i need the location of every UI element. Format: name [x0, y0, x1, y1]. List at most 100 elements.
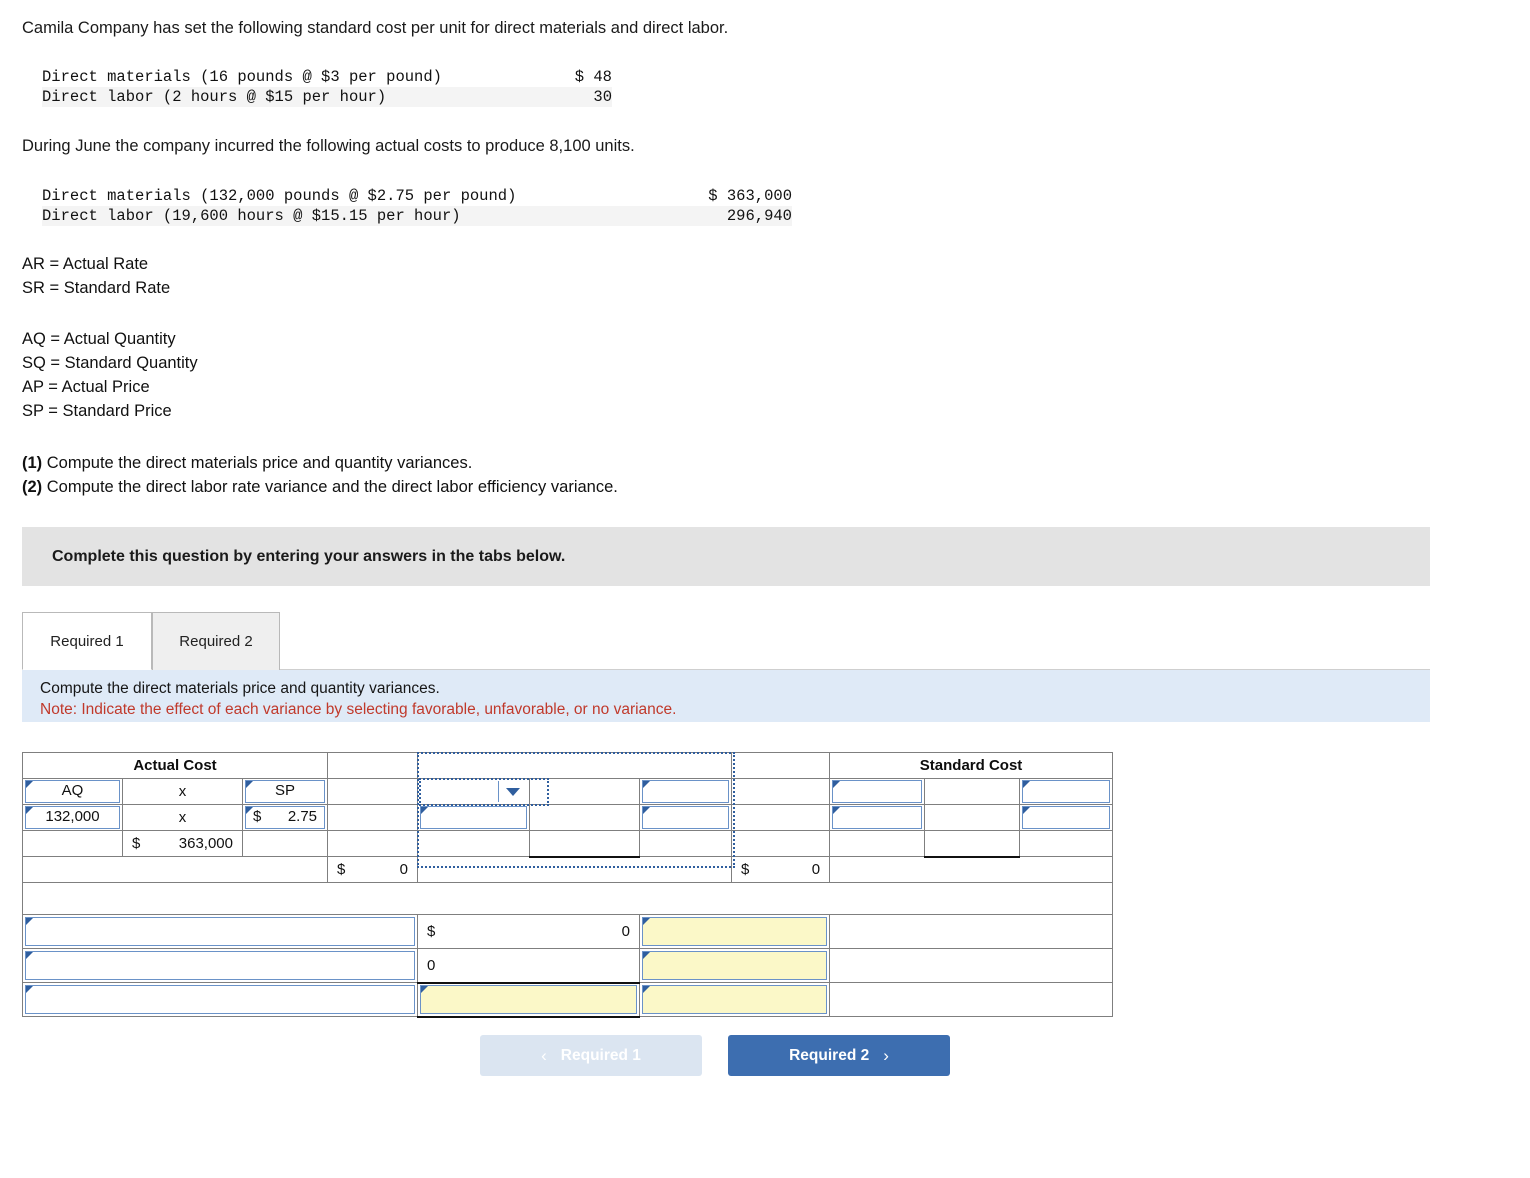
tab-required-1-label: Required 1 — [50, 632, 124, 650]
cell-std-r2c3[interactable] — [1019, 804, 1114, 831]
tab-required-2[interactable]: Required 2 — [152, 612, 280, 670]
instruction-banner-text: Complete this question by entering your … — [52, 547, 566, 565]
standard-cost-label-0: Direct materials (16 pounds @ $3 per pou… — [42, 68, 442, 86]
task-note-box: Compute the direct materials price and q… — [22, 670, 1430, 722]
task-list: (1) Compute the direct materials price a… — [22, 451, 618, 499]
cell-var-right-blank — [829, 856, 1114, 883]
tab-bar: Required 1 Required 2 — [22, 612, 1430, 670]
cell-mid-r1c3[interactable] — [639, 778, 733, 805]
input-mid-r1c3[interactable] — [642, 780, 730, 803]
variance-2-currency: $ — [741, 861, 750, 878]
definition-sr: SR = Standard Rate — [22, 279, 171, 297]
input-std-r2c1[interactable] — [832, 806, 923, 829]
next-required-2-button[interactable]: Required 2 › — [728, 1035, 950, 1076]
note-line-2: Note: Indicate the effect of each varian… — [40, 701, 677, 718]
cell-summary-effect-1[interactable] — [639, 914, 831, 949]
cell-times-2: x — [122, 804, 243, 831]
header-standard-cost: Standard Cost — [829, 752, 1114, 779]
cell-mid-r2c3[interactable] — [639, 804, 733, 831]
task-2: (2) Compute the direct labor rate varian… — [22, 475, 618, 499]
cell-std-r1c2 — [924, 778, 1021, 805]
cell-aq-value[interactable]: 132,000 — [22, 804, 123, 831]
input-mid-r2c3[interactable] — [642, 806, 730, 829]
table-row: Direct labor (2 hours @ $15 per hour) 30 — [42, 87, 612, 107]
header-gap-2 — [731, 752, 831, 779]
cell-std-r3c3 — [1019, 830, 1114, 857]
cell-variance-1: $ 0 — [327, 856, 419, 883]
cell-mid-dropdown[interactable] — [417, 778, 531, 805]
input-aq-label[interactable]: AQ — [25, 780, 120, 803]
actual-total-currency: $ — [132, 835, 141, 852]
input-summary-amount-3[interactable] — [420, 985, 638, 1014]
worksheet-row-values: 132,000 x $ 2.75 — [22, 804, 1114, 831]
cell-std-r1c3[interactable] — [1019, 778, 1114, 805]
cell-std-r2c1[interactable] — [829, 804, 926, 831]
cell-summary-pad-2 — [829, 948, 1114, 983]
note-line-1: Compute the direct materials price and q… — [40, 680, 440, 697]
cell-summary-pad-1 — [829, 914, 1114, 949]
spacer-cell-5 — [327, 830, 419, 857]
cell-sp-value[interactable]: $ 2.75 — [241, 804, 329, 831]
cell-aq-label[interactable]: AQ — [22, 778, 123, 805]
input-summary-effect-3[interactable] — [642, 985, 828, 1014]
standard-cost-amount-0: $ 48 — [574, 68, 612, 86]
prev-button-label: Required 1 — [560, 1046, 641, 1064]
cell-summary-pad-3 — [829, 982, 1114, 1017]
cell-std-r1c1[interactable] — [829, 778, 926, 805]
cell-mid-r2c1[interactable] — [417, 804, 531, 831]
input-sp-label[interactable]: SP — [245, 780, 326, 803]
prev-required-1-button[interactable]: ‹ Required 1 — [480, 1035, 702, 1076]
standard-cost-facts: Direct materials (16 pounds @ $3 per pou… — [42, 67, 612, 107]
variance-table: Actual Cost Standard Cost AQ x SP 132,00… — [21, 752, 1114, 1018]
definition-ap: AP = Actual Price — [22, 378, 150, 396]
task-2-number: (2) — [22, 478, 43, 496]
cell-mid-r3c1 — [417, 830, 531, 857]
input-summary-label-2[interactable] — [25, 951, 416, 980]
cell-variance-2: $ 0 — [731, 856, 831, 883]
dropdown-variance-type[interactable] — [420, 780, 528, 803]
input-std-r1c3[interactable] — [1022, 780, 1111, 803]
cell-summary-amount-3[interactable] — [417, 982, 641, 1018]
variance-2-amount: 0 — [811, 861, 821, 878]
cell-mid-r3c3 — [639, 830, 733, 857]
cell-summary-label-2[interactable] — [21, 948, 419, 983]
cell-sub-c1 — [22, 830, 123, 857]
worksheet-summary-row-1: $ 0 — [21, 914, 1114, 949]
actual-cost-label-0: Direct materials (132,000 pounds @ $2.75… — [42, 187, 517, 205]
cell-var-mid-blank — [417, 856, 733, 883]
cell-summary-label-3[interactable] — [21, 982, 419, 1017]
input-std-r1c1[interactable] — [832, 780, 923, 803]
standard-cost-amount-1: 30 — [492, 87, 612, 107]
input-mid-r2c1[interactable] — [420, 806, 528, 829]
variance-1-currency: $ — [337, 861, 346, 878]
input-aq-value[interactable]: 132,000 — [25, 806, 120, 829]
input-std-r2c3[interactable] — [1022, 806, 1111, 829]
worksheet-summary-row-3 — [21, 982, 1114, 1018]
cell-summary-effect-3[interactable] — [639, 982, 831, 1017]
cell-spacer-row — [21, 882, 1114, 915]
standard-cost-label-1: Direct labor (2 hours @ $15 per hour) — [42, 87, 492, 107]
tab-required-1[interactable]: Required 1 — [22, 612, 152, 670]
cell-sp-label[interactable]: SP — [241, 778, 329, 805]
actual-cost-facts: Direct materials (132,000 pounds @ $2.75… — [42, 186, 792, 226]
worksheet-row-labels: AQ x SP — [22, 778, 1114, 805]
input-sp-value[interactable]: $ 2.75 — [245, 806, 326, 829]
worksheet-row-subtotal: $ 363,000 — [22, 830, 1114, 858]
input-summary-effect-1[interactable] — [642, 917, 828, 946]
definition-ar: AR = Actual Rate — [22, 255, 149, 273]
cell-mid-r3c2 — [529, 830, 641, 858]
cell-mid-r1c2 — [529, 778, 641, 805]
input-summary-effect-2[interactable] — [642, 951, 828, 980]
actual-total-amount: 363,000 — [178, 835, 233, 852]
cell-summary-amount-2: 0 — [417, 948, 641, 984]
input-summary-label-3[interactable] — [25, 985, 416, 1014]
cell-summary-label-1[interactable] — [21, 914, 419, 949]
tab-required-2-label: Required 2 — [179, 633, 253, 650]
definitions-quantity: AQ = Actual Quantity SQ = Standard Quant… — [22, 327, 198, 423]
sp-currency: $ — [253, 808, 262, 825]
cell-summary-effect-2[interactable] — [639, 948, 831, 983]
input-summary-label-1[interactable] — [25, 917, 416, 946]
task-1: (1) Compute the direct materials price a… — [22, 451, 618, 475]
summary-1-currency: $ — [427, 923, 436, 940]
cell-summary-amount-1: $ 0 — [417, 914, 641, 949]
